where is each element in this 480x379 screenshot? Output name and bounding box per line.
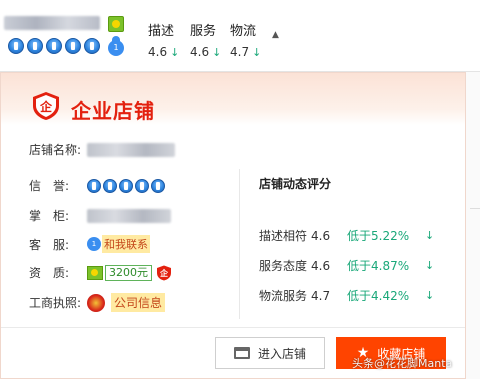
shop-name-row: 店铺名称: bbox=[29, 141, 175, 158]
dsr-row-description: 描述相符 4.6 低于5.22% ↓ bbox=[259, 227, 434, 244]
blurred-shop-name-value bbox=[87, 142, 175, 157]
score-value: 4.6 bbox=[190, 45, 210, 59]
score-service: 服务 4.6 ↓ bbox=[190, 20, 221, 59]
deposit-badge[interactable]: 3200元 bbox=[105, 264, 152, 281]
credit-label: 信 誉: bbox=[29, 179, 70, 193]
down-arrow-icon: ↓ bbox=[212, 46, 222, 59]
service-label: 客 服: bbox=[29, 237, 70, 252]
shield-glyph: 企 bbox=[39, 99, 53, 114]
crown-icon bbox=[46, 38, 62, 54]
business-license-label: 工商执照: bbox=[29, 296, 82, 310]
dsr-label: 服务态度 bbox=[259, 259, 308, 273]
owner-row: 掌 柜: bbox=[29, 207, 171, 224]
store-icon bbox=[233, 347, 250, 359]
enterprise-shield-icon: 企 bbox=[33, 92, 59, 120]
down-arrow-icon: ↓ bbox=[252, 46, 262, 59]
enter-store-label: 进入店铺 bbox=[257, 346, 306, 361]
score-description: 描述 4.6 ↓ bbox=[148, 20, 179, 59]
gold-seller-icon[interactable] bbox=[87, 265, 103, 280]
down-arrow-icon: ↓ bbox=[425, 229, 435, 242]
crown-icon bbox=[8, 38, 24, 54]
crown-icon bbox=[103, 178, 117, 193]
blurred-owner-value bbox=[87, 208, 171, 223]
dsr-label: 描述相符 bbox=[259, 229, 308, 243]
crown-icon bbox=[87, 178, 101, 193]
crown-icon bbox=[135, 178, 149, 193]
crown-icon bbox=[27, 38, 43, 54]
score-label: 物流 bbox=[230, 24, 257, 39]
shield-glyph: 企 bbox=[159, 268, 169, 278]
score-value: 4.6 bbox=[148, 45, 168, 59]
score-value: 4.7 bbox=[230, 45, 250, 59]
credit-row: 信 誉: bbox=[29, 177, 165, 194]
dsr-row-logistics: 物流服务 4.7 低于4.42% ↓ bbox=[259, 287, 434, 304]
crown-icon bbox=[151, 178, 165, 193]
score-label: 描述 bbox=[148, 24, 175, 39]
column-divider bbox=[239, 169, 240, 319]
watermark-text: 头条@花花脚Manta bbox=[352, 357, 453, 370]
shop-info-popup: 企 企业店铺 店铺名称: 信 誉: 掌 柜: 客 服: 1 和我联系 资 质: … bbox=[0, 72, 466, 379]
collapse-caret-icon[interactable]: ▲ bbox=[272, 30, 279, 40]
popup-title: 企业店铺 bbox=[71, 99, 155, 123]
dsr-row-service: 服务态度 4.6 低于4.87% ↓ bbox=[259, 257, 434, 274]
blurred-shop-name bbox=[4, 16, 100, 30]
credit-crowns bbox=[8, 38, 100, 54]
credit-crowns[interactable] bbox=[87, 178, 165, 193]
national-emblem-icon[interactable] bbox=[87, 293, 105, 312]
enterprise-shield-icon[interactable]: 企 bbox=[156, 265, 172, 281]
qualification-label: 资 质: bbox=[29, 266, 70, 280]
down-arrow-icon: ↓ bbox=[425, 259, 435, 272]
dsr-score: 4.6 bbox=[311, 228, 331, 243]
enter-store-button[interactable]: 进入店铺 bbox=[215, 337, 325, 369]
down-arrow-icon: ↓ bbox=[170, 46, 180, 59]
vip-level-icon: 1 bbox=[108, 36, 124, 56]
dsr-score: 4.6 bbox=[311, 258, 331, 273]
gold-seller-icon bbox=[108, 16, 124, 32]
dsr-title: 店铺动态评分 bbox=[259, 177, 332, 191]
dsr-label: 物流服务 bbox=[259, 289, 308, 303]
dsr-compare: 低于4.42% bbox=[347, 289, 410, 303]
qualification-row: 资 质: 3200元 企 bbox=[29, 264, 172, 281]
score-label: 服务 bbox=[190, 24, 217, 39]
wangwang-icon[interactable]: 1 bbox=[87, 237, 101, 251]
dsr-compare: 低于4.87% bbox=[347, 259, 410, 273]
crown-icon bbox=[119, 178, 133, 193]
shop-summary-bar: 1 描述 4.6 ↓ 服务 4.6 ↓ 物流 4.7 ↓ ▲ bbox=[0, 0, 480, 72]
dsr-score: 4.7 bbox=[311, 288, 331, 303]
owner-label: 掌 柜: bbox=[29, 209, 70, 223]
service-row: 客 服: 1 和我联系 bbox=[29, 235, 150, 253]
crown-icon bbox=[84, 38, 100, 54]
shop-name-label: 店铺名称: bbox=[29, 143, 82, 157]
popup-header: 企 企业店铺 bbox=[1, 73, 465, 125]
dsr-compare: 低于5.22% bbox=[347, 229, 410, 243]
contact-me-link[interactable]: 和我联系 bbox=[102, 235, 150, 253]
page-edge bbox=[466, 72, 480, 379]
crown-icon bbox=[65, 38, 81, 54]
footer-divider bbox=[1, 327, 465, 328]
business-license-row: 工商执照: 公司信息 bbox=[29, 293, 166, 312]
down-arrow-icon: ↓ bbox=[425, 289, 435, 302]
company-info-link[interactable]: 公司信息 bbox=[111, 293, 166, 312]
score-logistics: 物流 4.7 ↓ bbox=[230, 20, 261, 59]
